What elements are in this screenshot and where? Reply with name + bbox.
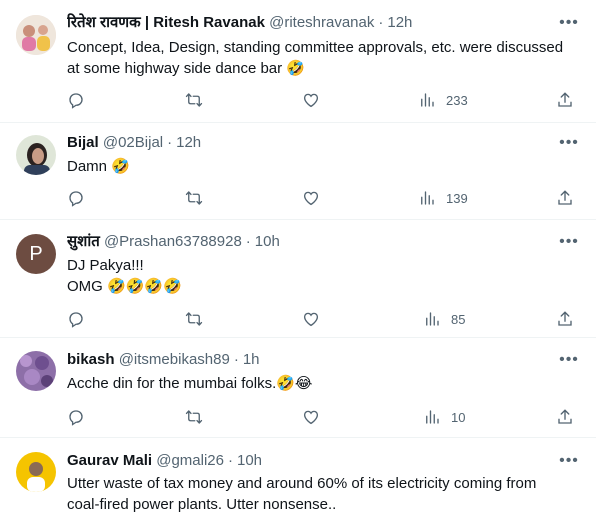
share-icon [558,409,572,424]
tweet[interactable]: bikash @itsmebikash89 · 1h ••• Acche din f… [0,338,596,438]
retweet-icon [185,312,203,326]
share-icon [558,190,572,205]
timestamp[interactable]: 12h [387,14,412,31]
views-count: 85 [451,311,466,327]
timestamp[interactable]: 10h [237,452,262,469]
share-button[interactable] [556,186,574,210]
display-name[interactable]: रितेश रावणक | Ritesh Ravanak [67,14,265,31]
views-button[interactable]: 233 [418,88,468,112]
tweet-text: DJ Pakya!!! OMG 🤣🤣🤣🤣 [67,255,566,297]
user-handle[interactable]: @Prashan63788928 [104,233,242,250]
more-icon[interactable]: ••• [558,352,580,373]
tweet-text: Utter waste of tax money and around 60% … [67,473,566,515]
retweet-button[interactable] [185,186,203,210]
tweet-text-line: Utter waste of tax money and around 60% … [67,475,537,492]
more-icon[interactable]: ••• [558,453,580,474]
share-button[interactable] [556,405,574,429]
tweet-text-line: coal-fired power plants. Utter nonsense.… [67,496,337,513]
tweet-header: Gaurav Mali @gmali26 · 10h [67,452,263,469]
tweet-actions: 233 [60,88,584,112]
reply-button[interactable] [67,307,85,331]
more-icon[interactable]: ••• [558,135,580,156]
share-icon [558,311,572,326]
like-button[interactable] [302,186,320,210]
display-name[interactable]: Bijal [67,134,99,151]
avatar[interactable] [16,15,56,55]
views-count: 10 [451,409,466,425]
avatar[interactable] [16,135,56,175]
timestamp[interactable]: 1h [243,351,260,368]
tweet-text-line: Damn 🤣 [67,158,130,175]
tweet-text-line: DJ Pakya!!! [67,257,144,274]
views-count: 139 [446,190,468,206]
tweet[interactable]: P सुशांत @Prashan63788928 · 10h ••• DJ Pak… [0,220,596,338]
avatar[interactable]: P [16,234,56,274]
timestamp[interactable]: 12h [176,134,201,151]
views-icon [426,410,439,424]
reply-button[interactable] [67,405,85,429]
like-button[interactable] [302,405,320,429]
retweet-icon [185,191,203,205]
tweet-text-line: Concept, Idea, Design, standing committe… [67,39,564,56]
like-icon [303,410,319,425]
tweet-actions: 10 [60,405,584,429]
more-icon[interactable]: ••• [558,15,580,36]
display-name[interactable]: bikash [67,351,115,368]
like-icon [303,312,319,327]
tweet[interactable]: रितेश रावणक | Ritesh Ravanak @riteshrava… [0,0,596,123]
retweet-button[interactable] [185,88,203,112]
tweet[interactable]: Gaurav Mali @gmali26 · 10h ••• Utter waste… [0,438,596,519]
user-handle[interactable]: @02Bijal [103,134,163,151]
views-count: 233 [446,92,468,108]
views-button[interactable]: 139 [418,186,468,210]
tweet-actions: 85 [60,307,584,331]
user-handle[interactable]: @riteshravanak [269,14,374,31]
avatar[interactable] [16,452,56,492]
like-button[interactable] [302,88,320,112]
like-icon [303,93,319,108]
retweet-button[interactable] [185,405,203,429]
display-name[interactable]: सुशांत [67,233,100,250]
like-icon [303,191,319,206]
reply-button[interactable] [67,88,85,112]
user-handle[interactable]: @gmali26 [156,452,224,469]
retweet-button[interactable] [185,307,203,331]
reply-icon [69,312,83,328]
tweet-text-line: OMG 🤣🤣🤣🤣 [67,278,182,295]
tweet[interactable]: Bijal @02Bijal · 12h ••• Damn 🤣 139 [0,123,596,220]
display-name[interactable]: Gaurav Mali [67,452,152,469]
views-icon [426,312,439,326]
tweet-header: bikash @itsmebikash89 · 1h [67,351,260,368]
retweet-icon [185,93,203,107]
views-button[interactable]: 10 [423,405,465,429]
like-button[interactable] [302,307,320,331]
avatar[interactable] [16,351,56,391]
tweet-text: Acche din for the mumbai folks.🤣😂 [67,373,566,394]
tweet-text: Damn 🤣 [67,156,566,177]
views-icon [421,191,434,205]
retweet-icon [185,410,203,424]
tweet-actions: 139 [60,186,584,210]
share-button[interactable] [556,88,574,112]
reply-icon [69,191,83,207]
tweet-header: सुशांत @Prashan63788928 · 10h [67,233,280,250]
views-button[interactable]: 85 [423,307,465,331]
reply-icon [69,93,83,109]
tweet-text-line: Acche din for the mumbai folks.🤣😂 [67,375,313,392]
user-handle[interactable]: @itsmebikash89 [119,351,230,368]
share-icon [558,92,572,107]
reply-icon [69,410,83,426]
tweet-header: रितेश रावणक | Ritesh Ravanak @riteshrava… [67,14,413,31]
tweet-header: Bijal @02Bijal · 12h [67,134,202,151]
avatar-letter: P [29,243,43,265]
timestamp[interactable]: 10h [255,233,280,250]
share-button[interactable] [556,307,574,331]
tweet-text-line: at some highway side dance bar 🤣 [67,60,305,77]
tweet-text: Concept, Idea, Design, standing committe… [67,37,566,79]
views-icon [421,93,434,107]
more-icon[interactable]: ••• [558,234,580,255]
reply-button[interactable] [67,186,85,210]
